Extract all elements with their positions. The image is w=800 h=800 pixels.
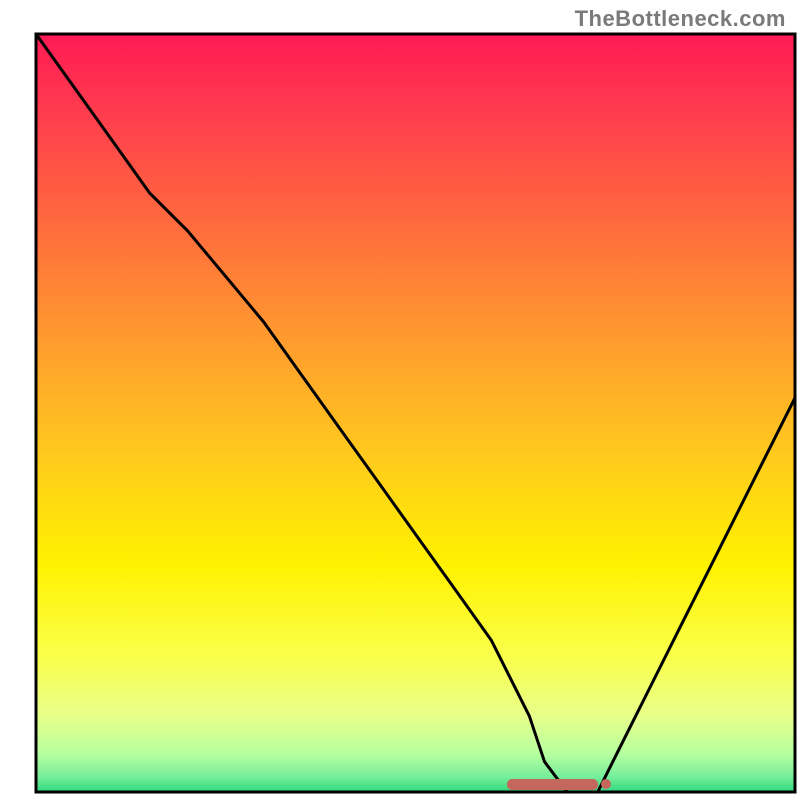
chart-container: TheBottleneck.com (0, 0, 800, 800)
watermark-label: TheBottleneck.com (575, 6, 786, 32)
chart-background (36, 34, 795, 792)
line-chart (0, 0, 800, 800)
sweet-spot-dot (601, 779, 611, 789)
sweet-spot-band (507, 779, 598, 790)
